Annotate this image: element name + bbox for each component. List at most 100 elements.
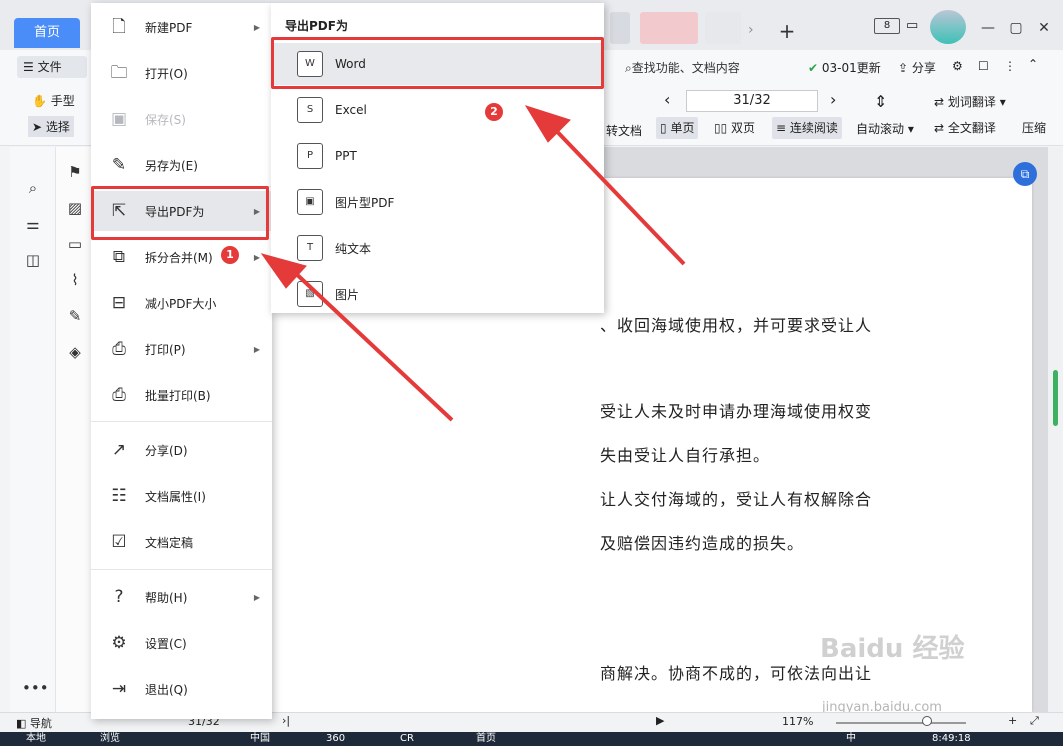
- ime-indicator[interactable]: 中: [846, 732, 856, 746]
- minimize-icon[interactable]: —: [978, 18, 998, 38]
- floating-convert-button[interactable]: ⧉: [1013, 162, 1037, 186]
- menu-item-compress[interactable]: ⊟ 减小PDF大小: [91, 283, 272, 323]
- menu-item-save-as[interactable]: ✎ 另存为(E): [91, 145, 272, 185]
- full-translate-button[interactable]: ⇄ 全文翻译: [934, 119, 996, 136]
- menu-item-save[interactable]: ▣ 保存(S): [91, 99, 272, 139]
- double-page-button[interactable]: ▯▯ 双页: [710, 117, 759, 139]
- taskbar-item[interactable]: 360: [326, 732, 345, 746]
- zoom-slider[interactable]: [836, 722, 966, 724]
- export-image-item[interactable]: ▧ 图片: [271, 273, 604, 315]
- avatar[interactable]: [930, 10, 966, 44]
- word-translate-button[interactable]: ⇄ 划词翻译 ▾: [934, 93, 1006, 110]
- share-button[interactable]: ⇪ 分享: [898, 59, 936, 76]
- single-page-icon: ▯: [660, 121, 667, 135]
- single-page-button[interactable]: ▯ 单页: [656, 117, 699, 139]
- doc-text-line: 让人交付海域的，受让人有权解除合: [600, 490, 873, 509]
- bookmark-icon[interactable]: ⚑: [64, 161, 86, 183]
- doc-text-line: 受让人未及时申请办理海域使用权变: [600, 402, 873, 421]
- layout-icon[interactable]: ▭: [906, 18, 918, 33]
- continuous-read-button[interactable]: ≡ 连续阅读: [772, 117, 842, 139]
- taskbar-item[interactable]: 本地: [26, 732, 46, 746]
- close-icon[interactable]: ✕: [1034, 18, 1054, 38]
- menu-item-settings[interactable]: ⚙ 设置(C): [91, 623, 272, 663]
- taskbar-item[interactable]: 首页: [476, 732, 496, 746]
- hand-tool-button[interactable]: ✋ 手型: [32, 92, 75, 109]
- taskbar-item[interactable]: 中国: [250, 732, 270, 746]
- export-text-item[interactable]: T 纯文本: [271, 227, 604, 269]
- image-icon: ▧: [297, 281, 323, 307]
- prev-page-icon[interactable]: ‹: [664, 90, 670, 109]
- submenu-arrow-icon: ▶: [253, 252, 260, 262]
- layers-icon[interactable]: ◈: [64, 341, 86, 363]
- convert-doc-button[interactable]: 转文档: [606, 122, 642, 139]
- menu-item-finalize[interactable]: ☑ 文档定稿: [91, 522, 272, 562]
- more-icon[interactable]: •••: [22, 677, 49, 699]
- tab-blurred[interactable]: [640, 12, 698, 44]
- side-panel-tabs: ⚑ ▨ ▭ ⌇ ✎ ◈: [56, 147, 94, 712]
- signature-icon[interactable]: ✎: [64, 305, 86, 327]
- search-icon: ⌕: [625, 61, 632, 75]
- nav-toggle[interactable]: ◧ 导航: [16, 715, 52, 731]
- batch-print-icon: ⎙: [112, 385, 126, 405]
- menu-item-help[interactable]: ? 帮助(H) ▶: [91, 577, 272, 617]
- finalize-icon: ☑: [111, 532, 127, 552]
- tab-blurred[interactable]: [705, 12, 741, 44]
- export-ppt-item[interactable]: P PPT: [271, 135, 604, 177]
- menu-divider: [91, 421, 272, 422]
- translate-icon: ⇄: [934, 121, 945, 135]
- gear-icon[interactable]: ⚙: [952, 59, 963, 73]
- tab-home[interactable]: 首页: [14, 18, 80, 48]
- add-tab-icon[interactable]: +: [776, 19, 798, 43]
- split-merge-icon: ⧉: [112, 247, 126, 267]
- export-excel-item[interactable]: S Excel: [271, 89, 604, 131]
- menu-item-exit[interactable]: ⇥ 退出(Q): [91, 669, 272, 709]
- comment-icon[interactable]: ☐: [978, 59, 989, 73]
- file-menu-button[interactable]: ☰ 文件: [17, 56, 87, 78]
- menu-item-doc-properties[interactable]: ☷ 文档属性(I): [91, 476, 272, 516]
- tab-blurred[interactable]: [610, 12, 630, 44]
- doc-text-line: 及赔偿因违约造成的损失。: [600, 534, 805, 553]
- menu-item-new-pdf[interactable]: 🗋 新建PDF ▶: [91, 7, 272, 47]
- search-input[interactable]: ⌕查找功能、文档内容: [625, 59, 740, 76]
- submenu-title: 导出PDF为: [285, 19, 348, 33]
- menu-item-split-merge[interactable]: ⧉ 拆分合并(M) ▶: [91, 237, 272, 277]
- adjust-icon[interactable]: ⚌: [22, 213, 44, 235]
- play-icon[interactable]: ▶: [656, 714, 664, 727]
- maximize-icon[interactable]: ▢: [1006, 18, 1026, 38]
- zoom-slider-handle[interactable]: [922, 716, 932, 726]
- page-number-input[interactable]: 31/32: [686, 90, 818, 112]
- menu-item-share[interactable]: ↗ 分享(D): [91, 430, 272, 470]
- compress-button[interactable]: 压缩: [1022, 119, 1046, 136]
- comment-icon[interactable]: ▭: [64, 233, 86, 255]
- menu-item-print[interactable]: ⎙ 打印(P) ▶: [91, 329, 272, 369]
- zoom-in-icon[interactable]: +: [1008, 714, 1017, 727]
- vertical-scrollbar[interactable]: [1048, 147, 1063, 712]
- zoom-level[interactable]: 117%: [782, 715, 813, 728]
- scrollbar-thumb[interactable]: [1053, 370, 1058, 426]
- search-doc-icon[interactable]: ⌕: [22, 177, 44, 199]
- excel-icon: S: [297, 97, 323, 123]
- window-count-badge[interactable]: 8: [874, 18, 900, 34]
- fullscreen-icon[interactable]: ⤢: [1030, 714, 1039, 728]
- export-image-pdf-item[interactable]: ▣ 图片型PDF: [271, 181, 604, 223]
- chevron-up-icon[interactable]: ⌃: [1028, 57, 1038, 71]
- select-tool-button[interactable]: ➤ 选择: [28, 116, 74, 137]
- find-page-icon[interactable]: ◫: [22, 249, 44, 271]
- double-page-icon: ▯▯: [714, 121, 728, 135]
- taskbar-item[interactable]: CR: [400, 732, 414, 746]
- taskbar-item[interactable]: 浏览: [100, 732, 120, 746]
- image-icon[interactable]: ▨: [64, 197, 86, 219]
- update-button[interactable]: ✔ 03-01更新: [808, 59, 881, 76]
- check-icon: ✔: [808, 61, 819, 75]
- menu-item-batch-print[interactable]: ⎙ 批量打印(B): [91, 375, 272, 415]
- more-icon[interactable]: ⋮: [1004, 59, 1016, 73]
- chevron-right-icon[interactable]: ›: [748, 22, 766, 42]
- auto-scroll-button[interactable]: 自动滚动 ▾: [856, 120, 914, 137]
- hand-icon: ✋: [32, 94, 47, 108]
- submenu-arrow-icon: ▶: [253, 22, 260, 32]
- save-as-icon: ✎: [111, 155, 127, 175]
- last-page-icon[interactable]: ›|: [282, 714, 290, 727]
- next-page-icon[interactable]: ›: [830, 90, 836, 109]
- attachment-icon[interactable]: ⌇: [64, 269, 86, 291]
- menu-item-open[interactable]: 🗀 打开(O): [91, 53, 272, 93]
